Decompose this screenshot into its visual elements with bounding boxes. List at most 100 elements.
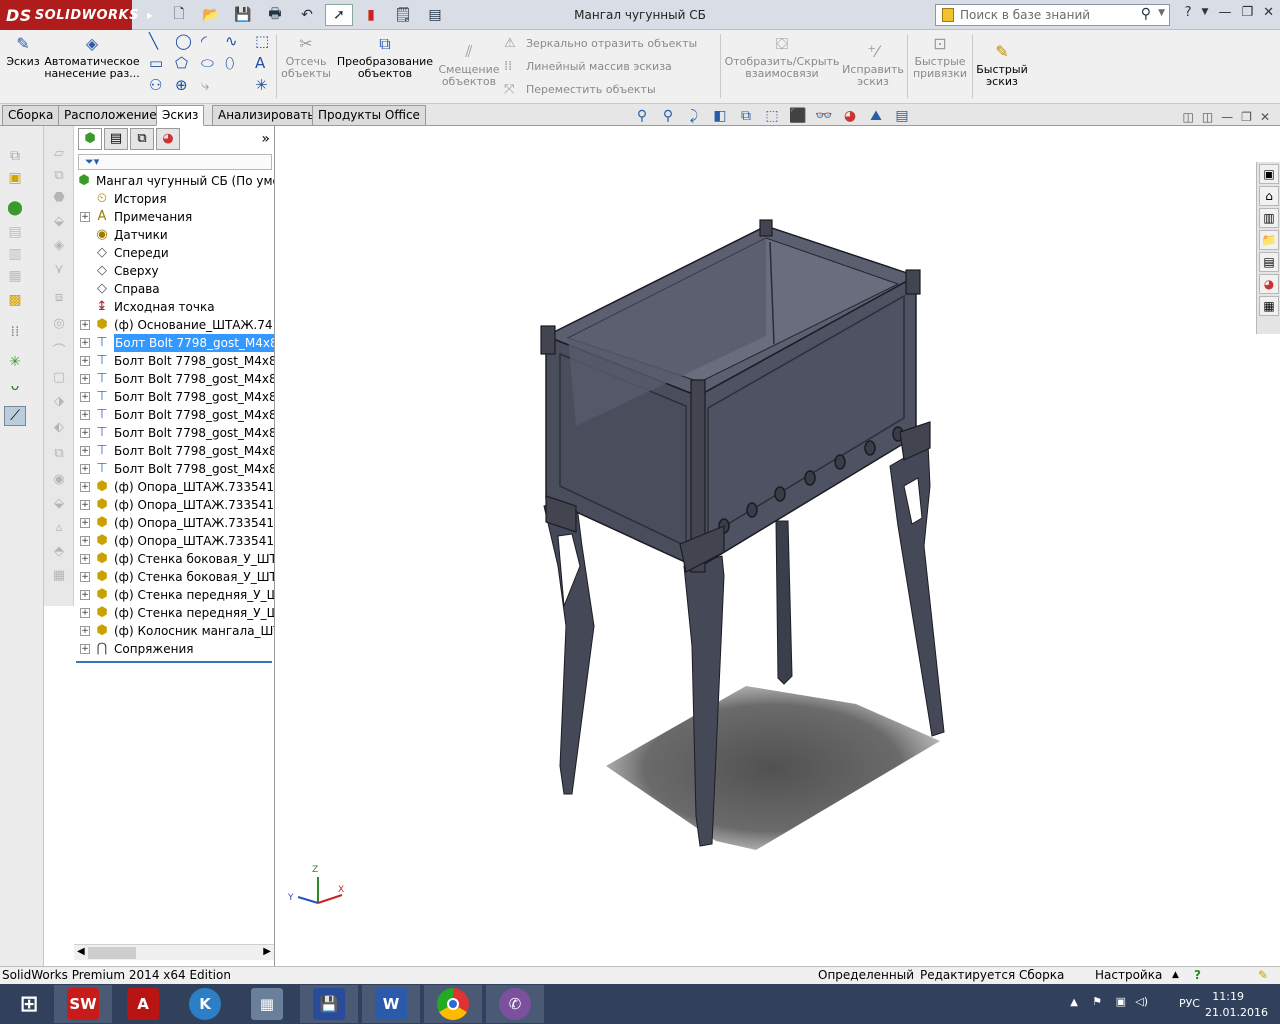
expand-icon[interactable]: + xyxy=(80,482,90,492)
move-component-icon[interactable]: ⬤ xyxy=(4,198,26,218)
viewport-restore-icon[interactable]: ❐ xyxy=(1241,110,1252,124)
auto-dimension-button[interactable]: ◈ Автоматическое нанесение раз... xyxy=(44,32,140,80)
expand-icon[interactable]: + xyxy=(80,626,90,636)
instant3d-icon[interactable]: ⟋ xyxy=(4,406,26,426)
ellipse-icon[interactable]: ⬯ xyxy=(225,54,234,72)
expand-icon[interactable]: + xyxy=(80,356,90,366)
linear-pattern-button[interactable]: ⁞⁞ Линейный массив эскиза xyxy=(504,59,672,74)
search-icon[interactable]: ⚲ xyxy=(1141,6,1151,22)
explode-view-icon[interactable]: ▩ xyxy=(4,290,26,310)
tool-icon-8[interactable]: ◎ xyxy=(50,316,68,334)
mirror-entities-button[interactable]: ⚠ Зеркально отразить объекты xyxy=(504,36,697,51)
expand-icon[interactable]: + xyxy=(80,590,90,600)
scroll-left-icon[interactable]: ◀ xyxy=(77,946,85,957)
expand-icon[interactable]: + xyxy=(80,212,90,222)
tree-item[interactable]: + ⊤ Болт Bolt 7798_gost_M4x8<4> xyxy=(74,388,274,406)
hide-show-items-icon[interactable]: 👓 xyxy=(814,108,834,124)
apply-scene-icon[interactable]: ⛰ xyxy=(866,108,886,124)
line-icon[interactable]: ╲ xyxy=(149,32,158,50)
select-pointer-icon[interactable]: ➚ xyxy=(325,4,353,26)
tree-item[interactable]: + ⬢ (ф) Стенка боковая_У_ШТАЖ xyxy=(74,568,274,586)
tool-icon-12[interactable]: ⬖ xyxy=(50,420,68,438)
edit-appearance-icon[interactable]: ◕ xyxy=(840,108,860,124)
offset-entities-button[interactable]: ⫽ Смещение объектов xyxy=(438,40,500,88)
viewport-close-icon[interactable]: ✕ xyxy=(1260,110,1270,124)
taskbar-save-app[interactable]: 💾 xyxy=(300,985,358,1023)
open-folder-icon[interactable]: 📂 xyxy=(197,4,225,26)
tool-icon-14[interactable]: ◉ xyxy=(50,472,68,490)
hide-show-icon[interactable]: ▤ xyxy=(4,222,26,242)
configuration-manager-tab[interactable]: ⧉ xyxy=(130,128,154,150)
tree-item[interactable]: + ⊤ Болт Bolt 7798_gost_M4x8<6> xyxy=(74,424,274,442)
taskbar-chrome[interactable] xyxy=(424,985,482,1023)
start-button[interactable]: ⊞ xyxy=(0,985,58,1023)
options-icon[interactable]: ▤ xyxy=(421,4,449,26)
grill-3d-model[interactable] xyxy=(276,126,1280,966)
show-relations-button[interactable]: ⛋ Отобразить/Скрыть взаимосвязи xyxy=(724,32,840,80)
tool-icon-2[interactable]: ⧉ xyxy=(50,168,68,186)
tree-item[interactable]: + ⬢ (ф) Опора_ШТАЖ.733541.008 xyxy=(74,478,274,496)
tree-item[interactable]: ◉ Датчики xyxy=(74,226,274,244)
tree-item[interactable]: + ⬢ (ф) Опора_ШТАЖ.733541.008 xyxy=(74,514,274,532)
tool-icon-10[interactable]: ▢ xyxy=(50,370,68,388)
polygon-icon[interactable]: ⬠ xyxy=(175,54,188,72)
tab-sketch[interactable]: Эскиз xyxy=(156,105,205,126)
expand-icon[interactable]: + xyxy=(80,572,90,582)
tab-assembly[interactable]: Сборка xyxy=(2,105,60,126)
expand-icon[interactable]: + xyxy=(80,644,90,654)
undo-icon[interactable]: ↶ xyxy=(293,4,321,26)
tree-item[interactable]: + ⊤ Болт Bolt 7798_gost_M4x8<3> xyxy=(74,370,274,388)
tree-item[interactable]: + ⬢ (ф) Опора_ШТАЖ.733541.008 xyxy=(74,532,274,550)
tree-item[interactable]: ↨ Исходная точка xyxy=(74,298,274,316)
solidworks-logo[interactable]: DS SOLIDWORKS ▸ xyxy=(0,0,153,30)
print-icon[interactable]: 🖶 xyxy=(261,4,289,26)
tool-icon-13[interactable]: ⧉ xyxy=(50,446,68,464)
tool-icon-3[interactable]: ⬣ xyxy=(50,190,68,208)
expand-icon[interactable]: + xyxy=(80,392,90,402)
tool-icon-9[interactable]: ⌒ xyxy=(50,340,68,359)
display-manager-tab[interactable]: ◕ xyxy=(156,128,180,150)
graphics-area[interactable]: ⚲ ⚲ ⤸ ◧ ⧉ ⬚ ⬛ 👓 ◕ ⛰ ▤ ◫ ◫ — ❐ ✕ ▣ ⌂ ▥ 📁 … xyxy=(276,108,1280,966)
knowledge-search-input[interactable]: Поиск в базе знаний ⚲ ▼ xyxy=(935,4,1170,26)
clock-date[interactable]: 21.01.2016 xyxy=(1205,1006,1268,1019)
expand-icon[interactable]: + xyxy=(80,338,90,348)
tool-icon-7[interactable]: ⧈ xyxy=(50,290,68,308)
circle-icon[interactable]: ◯ xyxy=(175,32,192,50)
arc-icon[interactable]: ◜ xyxy=(201,32,207,50)
centerline-icon[interactable]: ⤷ xyxy=(201,76,209,94)
tree-item[interactable]: + ⬢ (ф) Основание_ШТАЖ.74167 xyxy=(74,316,274,334)
insert-component-icon[interactable]: ⧉ xyxy=(4,146,26,166)
taskbar-kompas[interactable]: K xyxy=(176,985,234,1023)
scroll-thumb[interactable] xyxy=(88,947,136,959)
expand-icon[interactable]: + xyxy=(80,464,90,474)
tree-item[interactable]: + ⊤ Болт Bolt 7798_gost_M4x8<5> xyxy=(74,406,274,424)
move-entities-button[interactable]: ⤧ Переместить объекты xyxy=(504,82,656,97)
feature-manager-tab[interactable]: ⬢ xyxy=(78,128,102,150)
expand-icon[interactable]: + xyxy=(80,518,90,528)
rollback-bar[interactable] xyxy=(76,661,272,663)
status-settings[interactable]: Настройка xyxy=(1095,967,1162,984)
smart-fasteners-icon[interactable]: ▦ xyxy=(4,266,26,286)
help-status-icon[interactable]: ? xyxy=(1194,967,1201,984)
taskbar-word[interactable]: W xyxy=(362,985,420,1023)
clock-time[interactable]: 11:19 xyxy=(1212,990,1244,1003)
tree-item[interactable]: + ⊤ Болт Bolt 7798_gost_M4x8<7> xyxy=(74,442,274,460)
property-manager-tab[interactable]: ▤ xyxy=(104,128,128,150)
zoom-to-fit-icon[interactable]: ⚲ xyxy=(632,108,652,124)
tool-icon-17[interactable]: ⬘ xyxy=(50,544,68,562)
tab-office-products[interactable]: Продукты Office xyxy=(312,105,426,126)
new-motion-study-icon[interactable]: ᴗ xyxy=(4,376,26,396)
rebuild-status-icon[interactable]: ✎ xyxy=(1258,967,1268,984)
reference-geometry-icon[interactable]: ✳ xyxy=(4,352,26,372)
slot-icon[interactable]: ⬭ xyxy=(201,54,214,72)
taskbar-calculator[interactable]: ▦ xyxy=(238,985,296,1023)
tree-item[interactable]: + ⬢ (ф) Колосник мангала_ШТАЖ xyxy=(74,622,274,640)
scroll-right-icon[interactable]: ▶ xyxy=(263,946,271,957)
expand-icon[interactable]: + xyxy=(80,608,90,618)
language-indicator[interactable]: РУС xyxy=(1179,997,1200,1010)
tree-horizontal-scrollbar[interactable]: ◀ ▶ xyxy=(74,944,274,960)
tool-icon-16[interactable]: ▵ xyxy=(50,520,68,538)
new-document-icon[interactable]: 🗋 xyxy=(165,4,193,26)
tree-filter[interactable]: ⏷▾ xyxy=(78,154,272,170)
expand-icon[interactable]: + xyxy=(80,374,90,384)
